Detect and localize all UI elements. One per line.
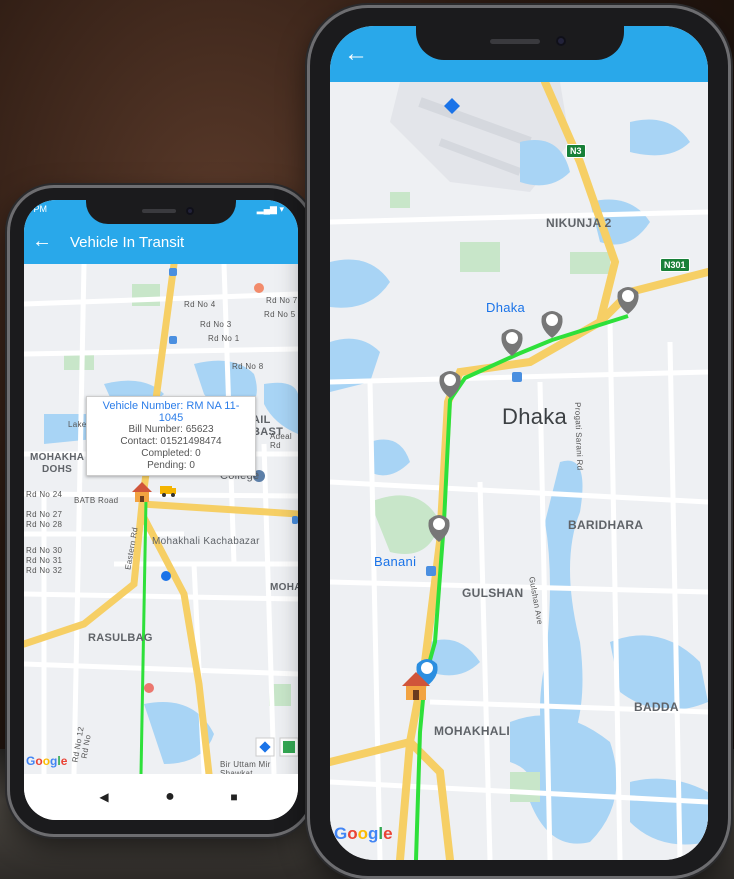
poi-label: Banani	[374, 554, 417, 569]
completed-count: Completed: 0	[141, 448, 201, 459]
camera-icon	[556, 36, 566, 46]
google-logo: Google	[334, 824, 393, 844]
city-label: Dhaka	[502, 404, 568, 429]
contact-number: Contact: 01521498474	[120, 436, 222, 447]
back-button[interactable]: ←	[32, 230, 52, 253]
vehicle-info-window[interactable]: Vehicle Number: RM NA 11-1045 Bill Numbe…	[86, 396, 256, 476]
road-label: Rd No 8	[232, 362, 264, 371]
road-label: Rd No 4	[184, 300, 216, 309]
road-label: Rd No 27	[26, 510, 63, 519]
area-label: DOHS	[42, 464, 73, 475]
area-label: MOHAKHA	[30, 452, 85, 463]
food-pin-icon	[254, 283, 264, 293]
speaker-icon	[142, 209, 176, 213]
nav-recent-button[interactable]: ■	[230, 790, 237, 804]
area-label: MOHA	[270, 582, 298, 593]
google-letter: e	[383, 824, 393, 843]
area-label: RASULBAG	[88, 632, 153, 644]
area-label: NIKUNJA 2	[546, 216, 612, 230]
area-label: MOHAKHALI	[434, 724, 511, 738]
park-shape	[132, 284, 160, 306]
nav-home-button[interactable]: ●	[165, 788, 175, 806]
status-time: 3 PM	[26, 204, 48, 214]
poi-label: Mohakhali Kachabazar	[152, 536, 260, 547]
right-phone: ← N3 N301 NIKUNJA 2 Dhaka Dhaka Progati …	[310, 8, 728, 876]
highway-shield-n3: N3	[566, 144, 586, 158]
google-letter: e	[60, 754, 68, 768]
bus-stop-icon	[292, 516, 298, 524]
area-label: GULSHAN	[462, 586, 524, 600]
bus-stop-icon	[169, 268, 177, 276]
google-logo: Google	[26, 754, 67, 768]
road-label: Rd No 7	[266, 296, 298, 305]
status-signal-icon: ▂▄▆ ▾	[256, 204, 284, 214]
road-label: BATB Road	[74, 496, 119, 505]
google-letter: o	[347, 824, 358, 843]
android-nav-bar: ◀ ● ■	[24, 774, 298, 820]
page-title: Vehicle In Transit	[70, 234, 185, 251]
bus-stop-icon	[426, 566, 436, 576]
back-button[interactable]: ←	[344, 40, 368, 68]
left-map-canvas[interactable]	[24, 260, 298, 778]
road-label: Rd No 5	[264, 310, 296, 319]
road-label: Rd No 3	[200, 320, 232, 329]
road-label: Rd No 30	[26, 546, 63, 555]
left-map[interactable]: Rd No 7 Rd No 5 Rd No 4 Rd No 3 Rd No 1 …	[24, 260, 298, 778]
bus-stop-icon	[512, 372, 522, 382]
right-map[interactable]: N3 N301 NIKUNJA 2 Dhaka Dhaka Progati Sa…	[330, 78, 708, 860]
area-label: BARIDHARA	[568, 518, 644, 532]
road-label: Adeal Rd	[270, 432, 292, 450]
road-label: Rd No 1	[208, 334, 240, 343]
highway-shield-n301: N301	[660, 258, 690, 272]
road-label: Rd No 28	[26, 520, 63, 529]
pending-count: Pending: 0	[147, 460, 195, 471]
left-phone: 3 PM ▂▄▆ ▾ ← Vehicle In Transit Rd No 7 …	[10, 188, 312, 834]
hospital-pin-icon	[144, 683, 154, 693]
google-letter: o	[357, 824, 369, 843]
poi-label: Dhaka	[486, 300, 526, 315]
directions-button-icon	[255, 737, 275, 757]
vehicle-number: Vehicle Number: RM NA 11-1045	[102, 400, 240, 424]
road-label: Rd No 31	[26, 556, 63, 565]
google-letter: G	[26, 754, 36, 768]
google-letter: g	[368, 824, 379, 843]
bill-number: Bill Number: 65623	[128, 424, 214, 435]
right-phone-notch	[416, 26, 624, 60]
google-letter: o	[42, 754, 51, 768]
speaker-icon	[490, 39, 540, 44]
left-phone-notch	[86, 200, 236, 224]
bus-stop-icon	[169, 336, 177, 344]
google-letter: o	[35, 754, 43, 768]
road-label: Rd No 24	[26, 490, 63, 499]
right-map-canvas[interactable]	[330, 78, 708, 860]
right-phone-screen: ← N3 N301 NIKUNJA 2 Dhaka Dhaka Progati …	[330, 26, 708, 860]
open-maps-button-icon	[279, 737, 298, 757]
nav-back-button[interactable]: ◀	[99, 790, 108, 804]
road-label: Rd No 32	[26, 566, 63, 575]
location-pin-icon	[161, 571, 171, 581]
area-label: Lake	[68, 420, 87, 429]
left-phone-screen: 3 PM ▂▄▆ ▾ ← Vehicle In Transit Rd No 7 …	[24, 200, 298, 820]
camera-icon	[186, 207, 194, 215]
area-label: BADDA	[634, 700, 679, 714]
google-letter: G	[334, 824, 348, 843]
